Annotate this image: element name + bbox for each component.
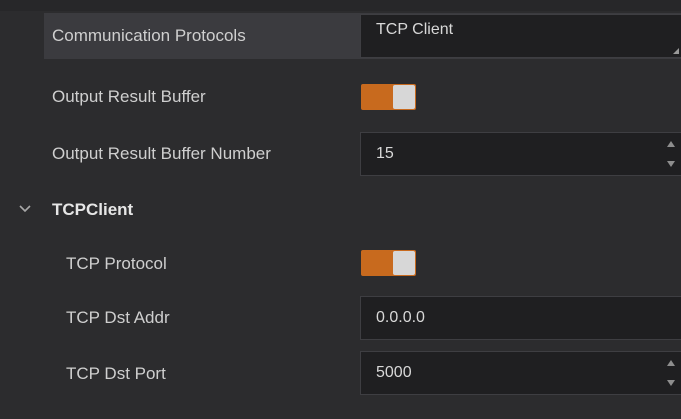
- tcpclient-section-header[interactable]: TCPClient: [0, 187, 681, 233]
- tcp-dst-port-row: TCP Dst Port 5000: [0, 351, 681, 397]
- spin-buttons[interactable]: [667, 352, 677, 394]
- tcp-protocol-label: TCP Protocol: [66, 254, 167, 273]
- communication-protocols-select[interactable]: TCP Client: [360, 14, 681, 58]
- spin-buttons[interactable]: [667, 133, 677, 175]
- tcp-dst-addr-input[interactable]: 0.0.0.0: [360, 296, 681, 340]
- output-result-buffer-row: Output Result Buffer: [0, 74, 681, 120]
- output-result-buffer-label: Output Result Buffer: [52, 87, 206, 106]
- toggle-knob: [393, 85, 415, 109]
- toggle-knob: [393, 251, 415, 275]
- communication-protocols-label: Communication Protocols: [52, 26, 246, 45]
- output-result-buffer-number-label: Output Result Buffer Number: [52, 144, 271, 163]
- communication-protocols-row: Communication Protocols TCP Client: [0, 13, 681, 59]
- tcpclient-section-title: TCPClient: [52, 200, 134, 219]
- tcp-dst-addr-row: TCP Dst Addr 0.0.0.0: [0, 295, 681, 341]
- tcp-dst-port-stepper[interactable]: 5000: [360, 351, 681, 395]
- output-result-buffer-number-stepper[interactable]: 15: [360, 132, 681, 176]
- arrow-up-icon[interactable]: [667, 360, 675, 366]
- arrow-down-icon[interactable]: [667, 380, 675, 386]
- dropdown-corner-icon: [673, 48, 679, 54]
- chevron-down-icon[interactable]: [18, 202, 32, 216]
- arrow-up-icon[interactable]: [667, 141, 675, 147]
- arrow-down-icon[interactable]: [667, 161, 675, 167]
- property-panel: Communication Protocols TCP Client Outpu…: [0, 0, 681, 419]
- tcp-protocol-toggle[interactable]: [361, 250, 416, 276]
- communication-protocols-value: TCP Client: [376, 21, 454, 38]
- output-result-buffer-toggle[interactable]: [361, 84, 416, 110]
- top-strip: [0, 0, 681, 11]
- tcp-protocol-row: TCP Protocol: [0, 241, 681, 287]
- tcp-dst-addr-value: 0.0.0.0: [376, 309, 425, 326]
- output-result-buffer-number-row: Output Result Buffer Number 15: [0, 131, 681, 177]
- tcp-dst-port-value: 5000: [376, 364, 412, 381]
- tcp-dst-port-label: TCP Dst Port: [66, 364, 166, 383]
- tcp-dst-addr-label: TCP Dst Addr: [66, 308, 170, 327]
- output-result-buffer-number-value: 15: [376, 145, 394, 162]
